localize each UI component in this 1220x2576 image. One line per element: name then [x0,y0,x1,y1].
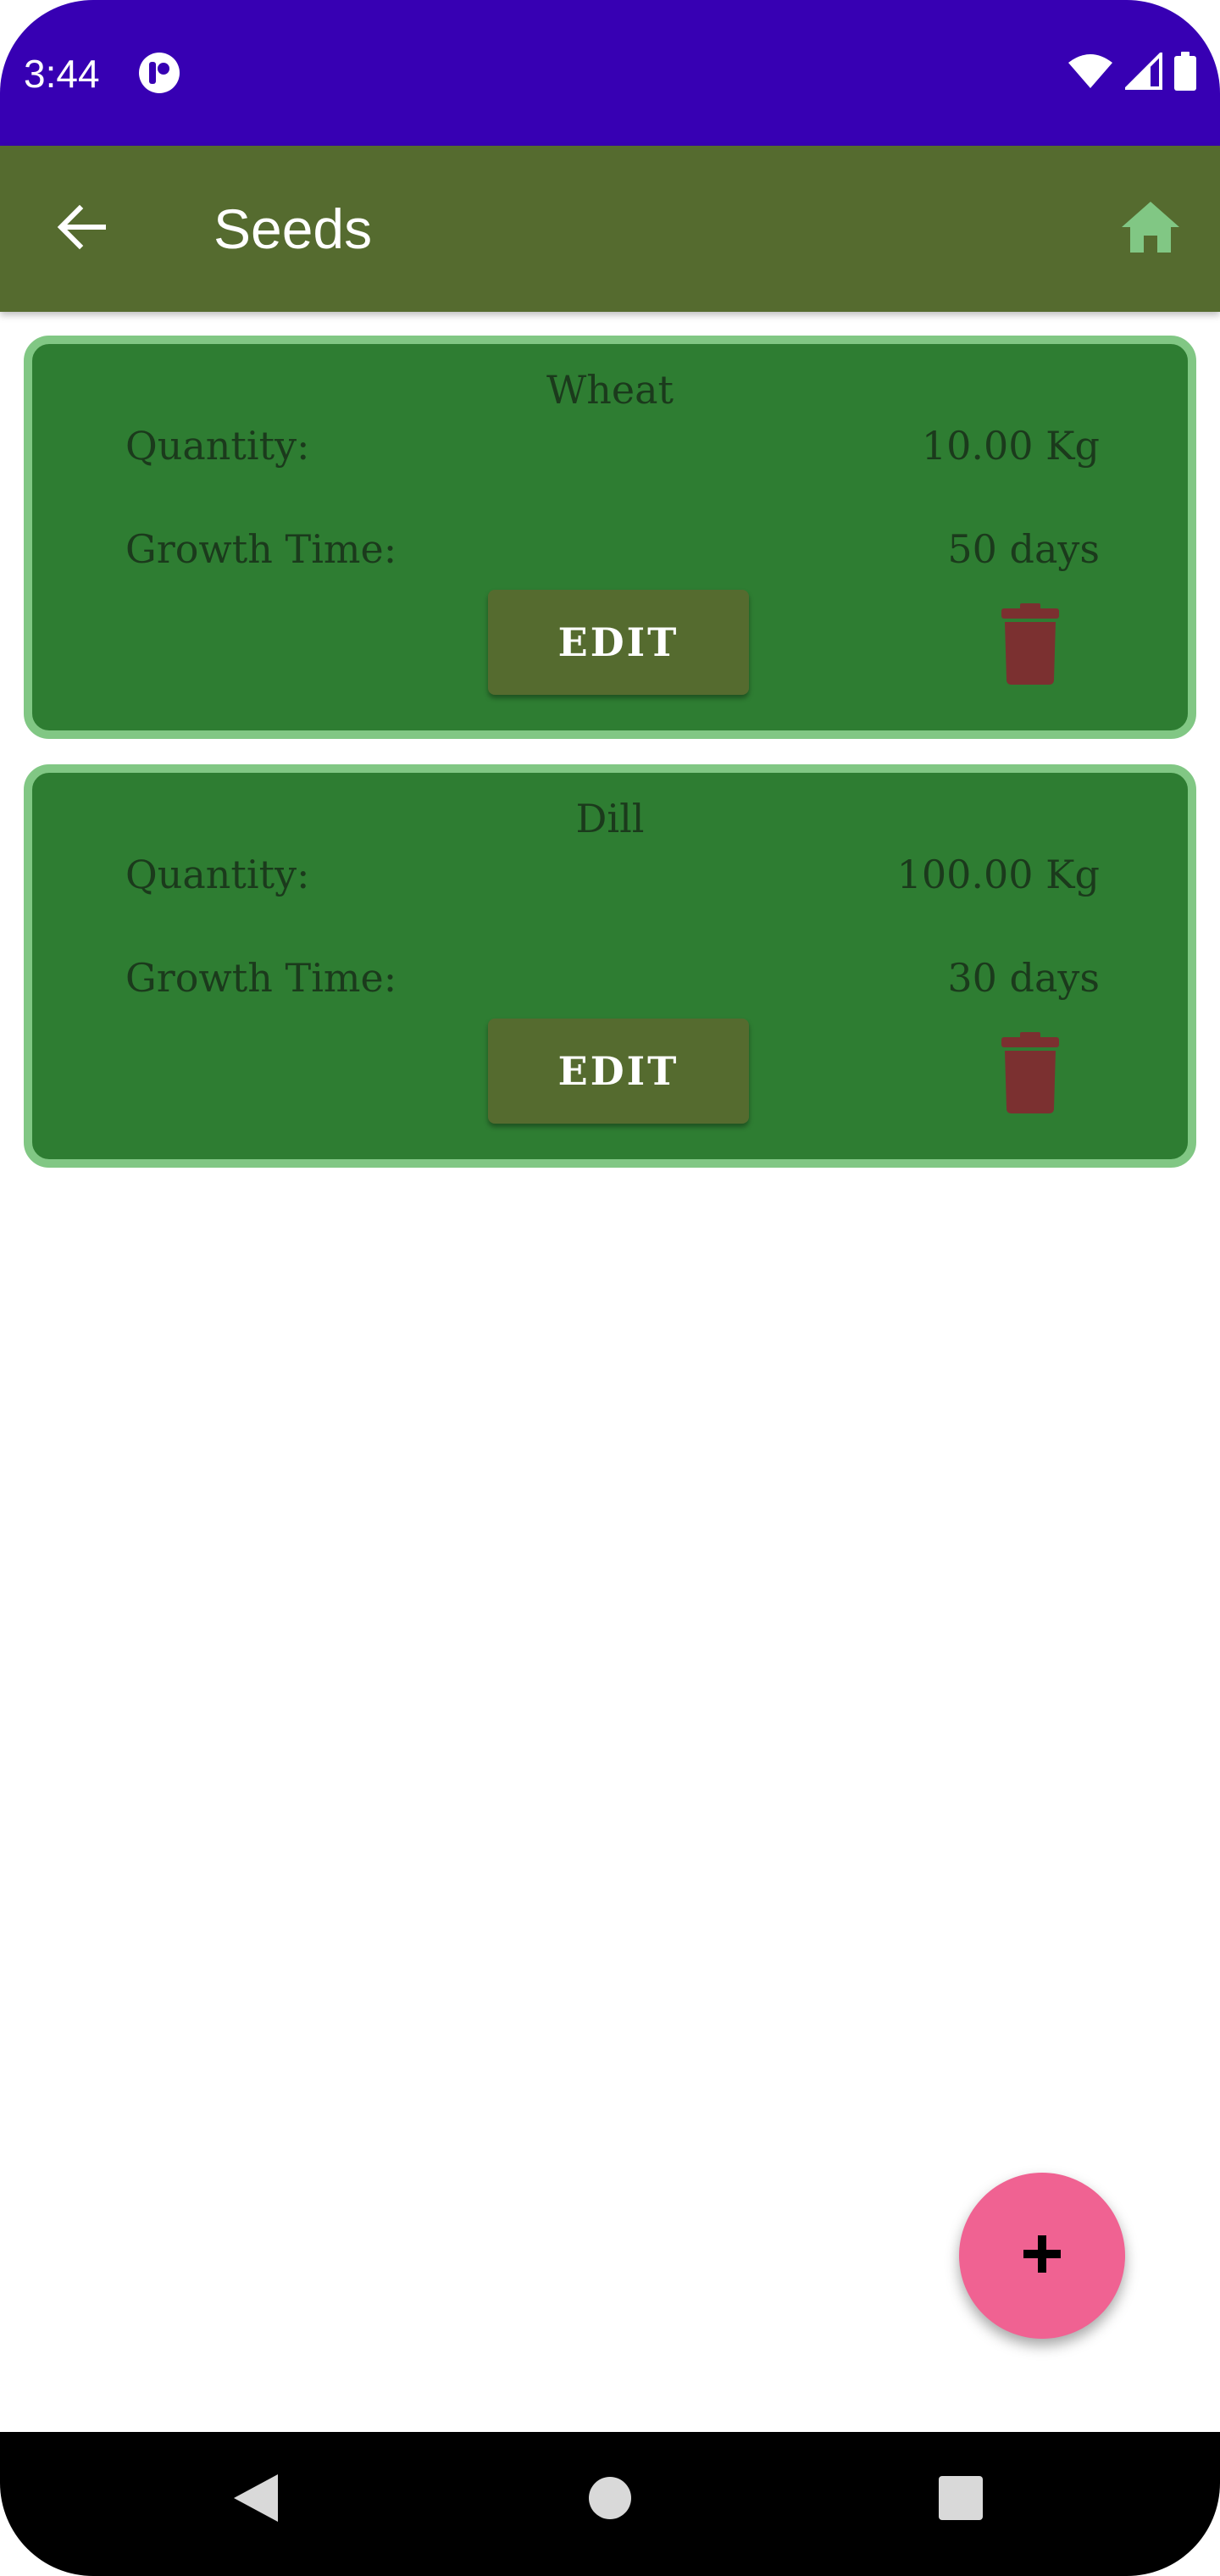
growth-time-label: Growth Time: [125,526,397,572]
home-icon [1120,200,1181,258]
plus-icon [1020,2232,1064,2280]
nav-home-button[interactable] [576,2466,644,2534]
status-icons [1068,49,1196,95]
seed-name: Wheat [546,367,674,413]
battery-icon [1174,51,1196,95]
edit-button[interactable]: EDIT [488,590,749,695]
trash-icon [1000,603,1061,688]
app-bar: Seeds [0,146,1220,312]
triangle-back-icon [232,2473,280,2528]
add-seed-button[interactable] [959,2173,1125,2339]
back-button[interactable] [47,195,115,263]
quantity-label: Quantity: [125,852,310,897]
app-notification-icon [137,51,181,95]
nav-recents-button[interactable] [927,2466,995,2534]
growth-time-value: 30 days [947,955,1100,1001]
delete-button[interactable] [988,598,1073,693]
wifi-icon [1068,53,1113,94]
quantity-value: 100.00 Kg [896,852,1100,897]
navigation-bar [0,2432,1220,2576]
home-button[interactable] [1115,193,1186,264]
seed-card: Dill Quantity: 100.00 Kg Growth Time: 30… [24,764,1196,1168]
status-bar: 3:44 [0,0,1220,146]
delete-button[interactable] [988,1027,1073,1122]
status-time: 3:44 [24,52,100,96]
circle-home-icon [587,2475,633,2525]
page-title: Seeds [214,197,373,260]
nav-back-button[interactable] [222,2466,290,2534]
quantity-label: Quantity: [125,423,310,469]
seed-card: Wheat Quantity: 10.00 Kg Growth Time: 50… [24,336,1196,739]
edit-button[interactable]: EDIT [488,1019,749,1124]
arrow-left-icon [54,200,108,258]
square-recents-icon [938,2475,984,2525]
growth-time-label: Growth Time: [125,955,397,1001]
seed-name: Dill [575,796,645,841]
cell-signal-icon [1123,49,1162,94]
growth-time-value: 50 days [947,526,1100,572]
trash-icon [1000,1032,1061,1117]
quantity-value: 10.00 Kg [921,423,1100,469]
